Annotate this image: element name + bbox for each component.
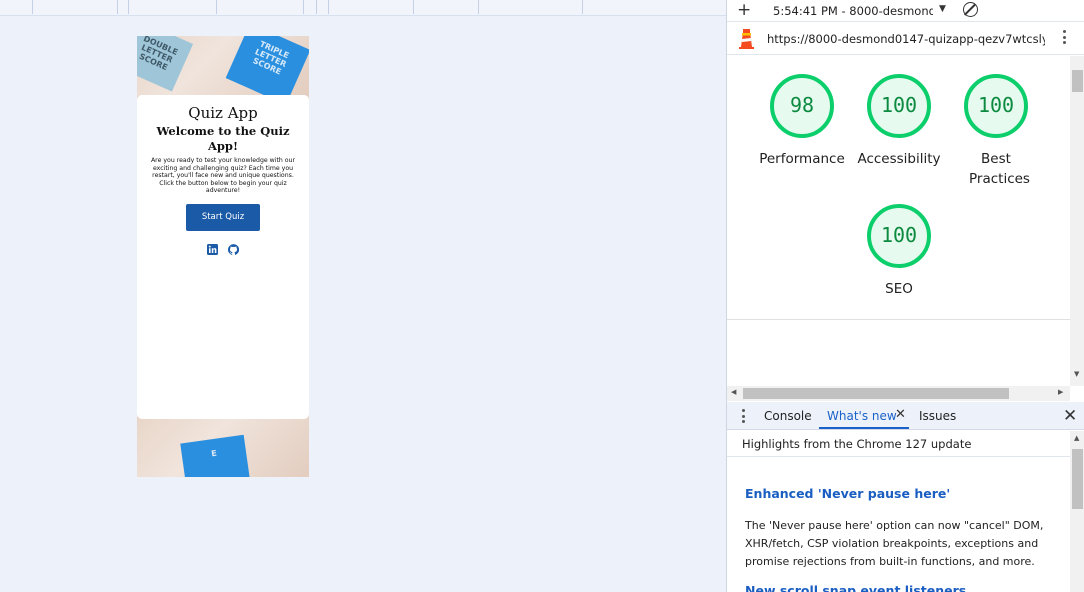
report-url-bar: https://8000-desmond0147-quizapp-qezv7wt… [727, 23, 1084, 55]
scroll-right-arrow-icon[interactable]: ▶ [1058, 388, 1063, 396]
score-label: Accessibility [857, 151, 941, 167]
chevron-down-icon[interactable]: ▼ [939, 4, 946, 14]
github-icon[interactable] [227, 240, 240, 255]
linkedin-icon[interactable] [207, 240, 218, 255]
scrabble-tile-double: DOUBLE LETTER SCORE [137, 36, 194, 92]
score-gauge-seo[interactable]: 100 SEO [854, 204, 944, 299]
score-gauge-accessibility[interactable]: 100 Accessibility [854, 74, 944, 169]
start-quiz-button[interactable]: Start Quiz [186, 203, 260, 231]
devtools-panel: + 5:54:41 PM - 8000-desmond01 ▼ https://… [726, 0, 1084, 592]
scrollbar-thumb[interactable] [743, 388, 1009, 399]
drawer-menu-icon[interactable] [742, 409, 746, 426]
score-value: 98 [770, 74, 834, 138]
close-tab-icon[interactable]: ✕ [895, 407, 906, 422]
more-options-icon[interactable] [1063, 30, 1067, 47]
whats-new-header: Highlights from the Chrome 127 update [727, 431, 1070, 457]
score-value: 100 [867, 74, 931, 138]
welcome-card: Quiz App Welcome to the Quiz App! Are yo… [137, 95, 309, 419]
welcome-heading: Welcome to the Quiz App! [156, 124, 290, 153]
scroll-down-arrow-icon[interactable]: ▼ [1074, 370, 1079, 378]
lighthouse-icon [739, 29, 754, 49]
viewport-ruler [0, 0, 726, 16]
tab-whats-new[interactable]: What's new [827, 409, 897, 423]
report-horizontal-scrollbar[interactable]: ◀ ▶ [727, 386, 1070, 401]
device-preview: DOUBLE LETTER SCORE TRIPLE LETTER SCORE … [137, 36, 309, 477]
tab-issues[interactable]: Issues [919, 409, 956, 423]
close-drawer-icon[interactable]: ✕ [1063, 406, 1077, 426]
tab-console[interactable]: Console [764, 409, 812, 423]
background-image-bottom: E [137, 419, 309, 477]
score-gauge-best-practices[interactable]: 100 Best Practices [951, 74, 1041, 189]
score-label: SEO [885, 281, 913, 297]
report-selector[interactable]: 5:54:41 PM - 8000-desmond01 [773, 4, 933, 18]
score-label: Performance [759, 151, 845, 167]
score-label: Best Practices [969, 151, 1030, 187]
welcome-text: Are you ready to test your knowledge wit… [150, 157, 296, 195]
whats-new-panel: Highlights from the Chrome 127 update En… [727, 431, 1084, 592]
scrabble-tile-bottom: E [180, 434, 250, 477]
report-divider [727, 319, 1070, 320]
social-links [137, 240, 309, 255]
scroll-left-arrow-icon[interactable]: ◀ [731, 388, 736, 396]
report-vertical-scrollbar[interactable]: ▼ [1070, 56, 1084, 386]
drawer-tabbar: Console What's new ✕ Issues ✕ [727, 402, 1084, 430]
scrollbar-thumb[interactable] [1072, 449, 1083, 509]
app-title: Quiz App [188, 104, 258, 122]
new-report-button[interactable]: + [737, 1, 751, 19]
score-value: 100 [867, 204, 931, 268]
scroll-up-arrow-icon[interactable]: ▲ [1074, 434, 1079, 442]
whats-new-next-title[interactable]: New scroll snap event listeners [745, 583, 966, 592]
whats-new-scrollbar[interactable]: ▲ [1070, 431, 1084, 592]
score-value: 100 [964, 74, 1028, 138]
scrollbar-thumb[interactable] [1072, 70, 1083, 92]
clear-all-icon[interactable] [963, 2, 978, 17]
lighthouse-toolbar: + 5:54:41 PM - 8000-desmond01 ▼ [727, 0, 1084, 22]
whats-new-feature-body: The 'Never pause here' option can now "c… [745, 519, 1044, 568]
page-viewport: DOUBLE LETTER SCORE TRIPLE LETTER SCORE … [0, 0, 726, 592]
background-image-top: DOUBLE LETTER SCORE TRIPLE LETTER SCORE [137, 36, 309, 105]
active-tab-indicator [819, 427, 909, 429]
report-url: https://8000-desmond0147-quizapp-qezv7wt… [767, 32, 1045, 46]
whats-new-feature-title[interactable]: Enhanced 'Never pause here' [745, 486, 950, 501]
score-gauge-performance[interactable]: 98 Performance [757, 74, 847, 169]
lighthouse-report: 98 Performance 100 Accessibility 100 Bes… [727, 56, 1070, 386]
